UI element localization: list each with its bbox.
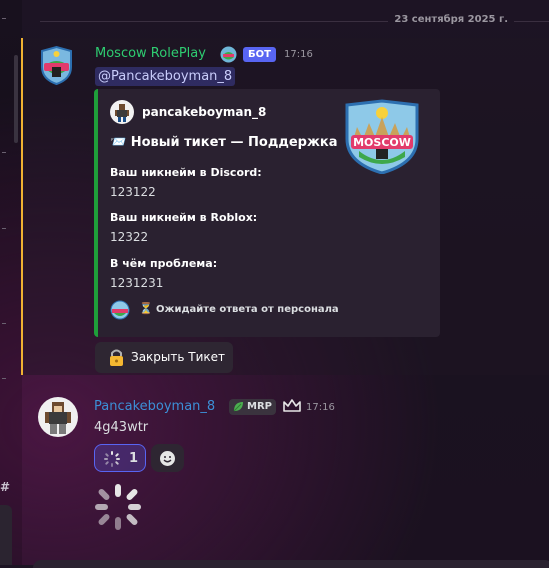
- message-time: 17:16: [284, 49, 313, 60]
- hash-icon: #: [0, 480, 11, 494]
- divider: [2, 152, 6, 153]
- crown-icon: [283, 399, 301, 412]
- hourglass-icon: ⏳: [139, 302, 153, 315]
- embed-author-avatar: [110, 100, 134, 124]
- logo-lettering: MOSCOW: [353, 136, 411, 149]
- loading-spinner-icon: [104, 451, 120, 467]
- close-ticket-label: Закрыть Тикет: [131, 350, 226, 364]
- field-value-roblox: 12322: [110, 230, 149, 244]
- leaf-icon: [233, 401, 243, 411]
- add-reaction-button[interactable]: [151, 444, 184, 472]
- field-value-discord: 123122: [110, 185, 156, 199]
- moscow-logo-thumbnail: MOSCOW: [345, 99, 419, 174]
- side-panel: [0, 505, 12, 565]
- bot-avatar[interactable]: [38, 45, 75, 85]
- divider: [2, 18, 6, 19]
- close-ticket-button[interactable]: Закрыть Тикет: [95, 342, 233, 373]
- scrollbar-thumb[interactable]: [14, 55, 18, 143]
- smile-icon: [160, 451, 175, 466]
- mention-highlight-bar: [21, 38, 23, 375]
- date-divider: 23 сентября 2025 г.: [388, 14, 514, 25]
- lock-icon: [110, 349, 123, 366]
- field-name-discord: Ваш никнейм в Discord:: [110, 166, 262, 179]
- embed-author: pancakeboyman_8: [142, 105, 267, 119]
- embed-title: 📨 Новый тикет — Поддержка: [110, 135, 338, 150]
- user-mention[interactable]: @Pancakeboyman_8: [95, 67, 236, 86]
- message-text: 4g43wtr: [94, 420, 149, 435]
- loading-spinner-icon: [95, 484, 141, 530]
- robot-icon: [220, 46, 237, 63]
- field-value-problem: 1231231: [110, 276, 164, 290]
- divider: [2, 378, 6, 379]
- server-sidebar-edge: #: [0, 0, 22, 565]
- bot-tag: БОТ: [243, 47, 276, 62]
- embed-footer: Ожидайте ответа от персонала: [156, 304, 339, 315]
- guild-tag[interactable]: MRP: [229, 399, 276, 415]
- bot-username[interactable]: Moscow RolePlay: [95, 46, 206, 61]
- reaction-count: 1: [129, 451, 139, 466]
- divider: [2, 228, 6, 229]
- user-avatar[interactable]: [38, 397, 78, 437]
- footer-logo-icon: [110, 300, 130, 320]
- guild-tag-label: MRP: [247, 401, 272, 412]
- field-name-problem: В чём проблема:: [110, 257, 218, 270]
- divider: [2, 323, 6, 324]
- message-input-bar[interactable]: [33, 560, 549, 568]
- field-name-roblox: Ваш никнейм в Roblox:: [110, 211, 258, 224]
- message-time: 17:16: [306, 402, 335, 413]
- reaction-button[interactable]: 1: [94, 444, 146, 472]
- user-username[interactable]: Pancakeboyman_8: [94, 399, 215, 414]
